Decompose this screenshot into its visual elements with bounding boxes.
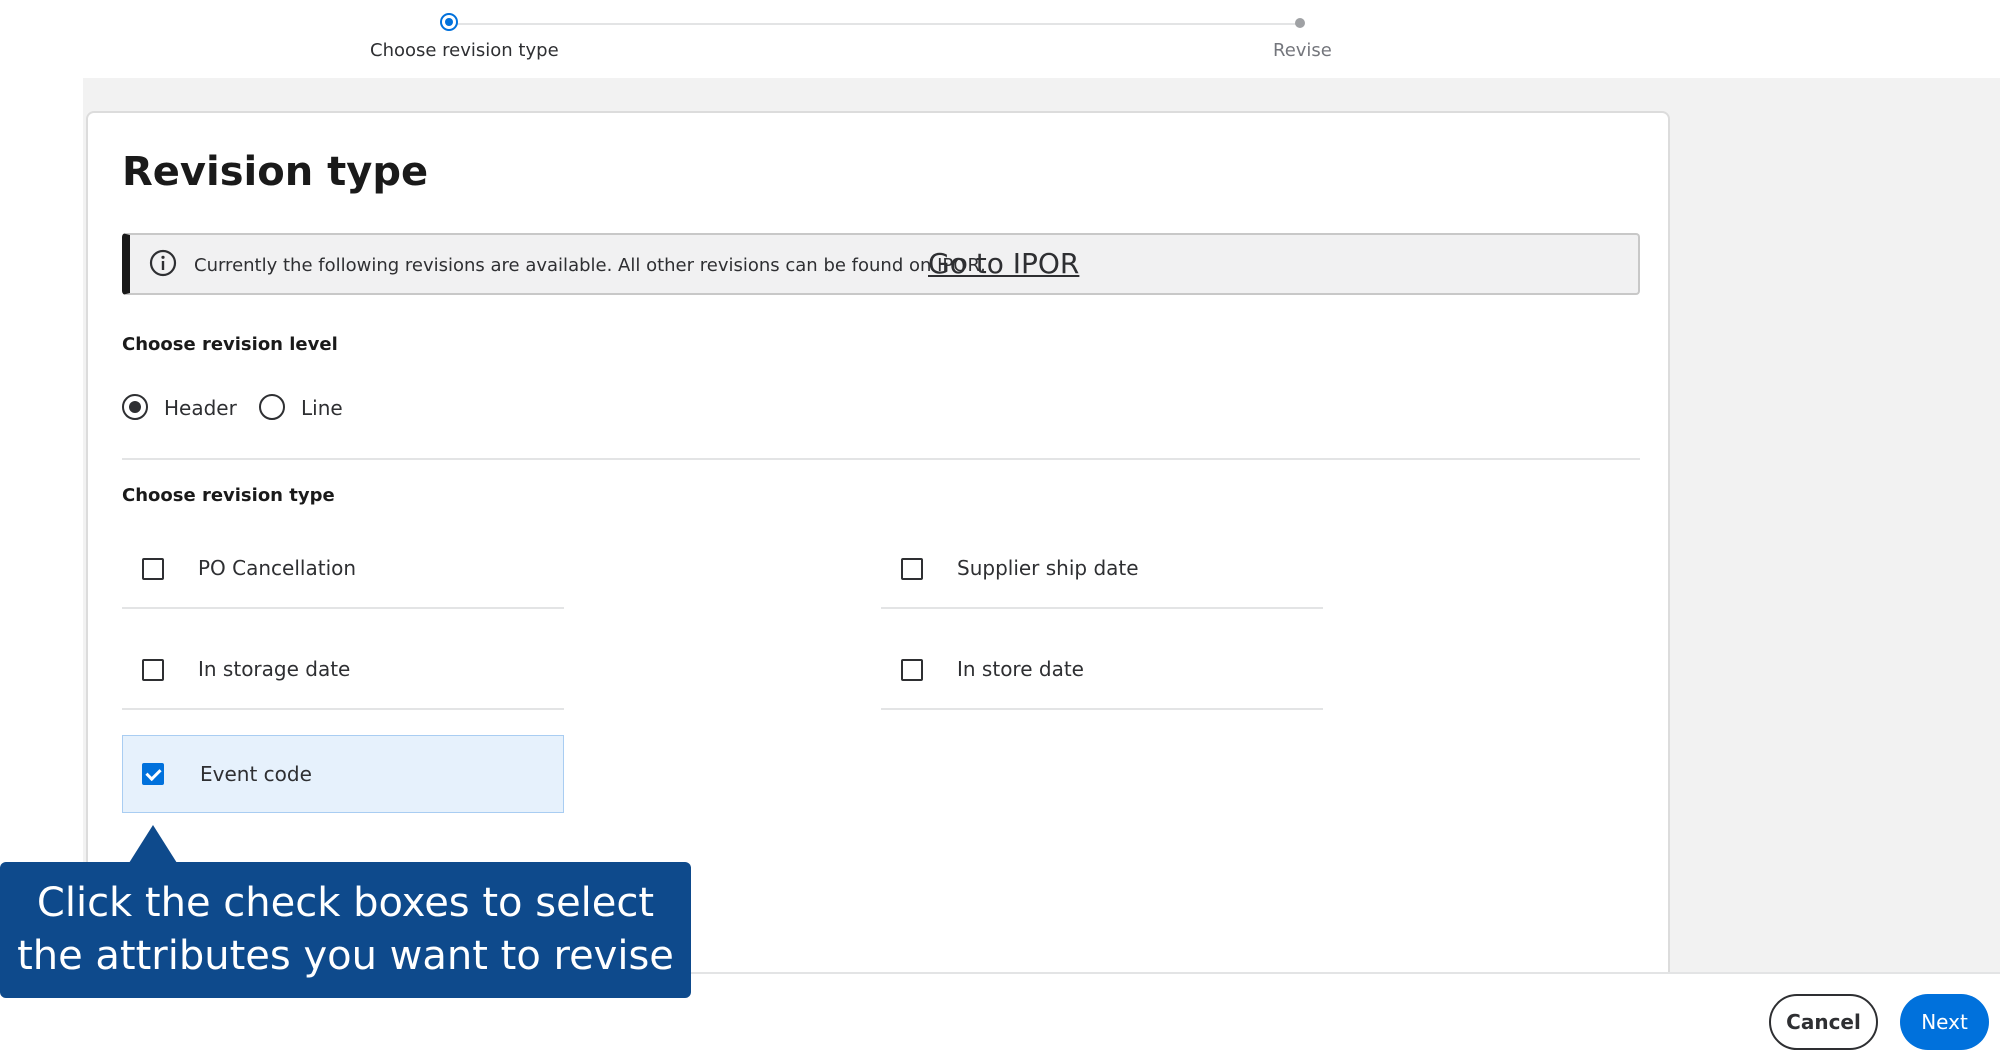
checkbox-unchecked-icon[interactable] — [142, 558, 164, 580]
progress-stepper: Choose revision type Revise — [0, 0, 2000, 78]
info-icon — [149, 249, 177, 277]
stepper-track — [451, 23, 1300, 25]
step-2-label: Revise — [1273, 40, 1332, 61]
checkbox-label: In storage date — [198, 657, 351, 681]
radio-unchecked-icon[interactable] — [259, 394, 285, 420]
revision-level-label: Choose revision level — [122, 334, 338, 355]
callout-text: Click the check boxes to select the attr… — [17, 877, 674, 983]
radio-checked-icon[interactable] — [122, 394, 148, 420]
checkbox-label: Supplier ship date — [957, 556, 1139, 580]
radio-line[interactable]: Line — [259, 391, 343, 423]
checkbox-unchecked-icon[interactable] — [901, 659, 923, 681]
checkbox-unchecked-icon[interactable] — [901, 558, 923, 580]
checkbox-po-cancellation[interactable]: PO Cancellation — [122, 531, 564, 609]
tutorial-callout: Click the check boxes to select the attr… — [0, 825, 691, 998]
checkbox-event-code[interactable]: Event code — [122, 735, 564, 813]
go-to-ipor-link[interactable]: Go to IPOR — [928, 247, 1079, 280]
callout-line-2: the attributes you want to revise — [17, 933, 674, 979]
page-title: Revision type — [122, 149, 429, 195]
step-1-indicator-icon — [440, 13, 458, 31]
checkbox-checked-icon[interactable] — [142, 763, 164, 785]
next-button[interactable]: Next — [1900, 994, 1989, 1050]
radio-header-label: Header — [164, 396, 237, 420]
checkbox-label: PO Cancellation — [198, 556, 357, 580]
info-alert: Currently the following revisions are av… — [122, 233, 1640, 295]
step-1-label: Choose revision type — [370, 40, 559, 61]
checkbox-supplier-ship-date[interactable]: Supplier ship date — [881, 531, 1323, 609]
checkbox-label: Event code — [200, 762, 312, 786]
revision-type-label: Choose revision type — [122, 485, 335, 506]
alert-message: Currently the following revisions are av… — [194, 255, 986, 276]
section-divider — [122, 458, 1640, 460]
radio-line-label: Line — [301, 396, 343, 420]
checkbox-in-store-date[interactable]: In store date — [881, 632, 1323, 710]
checkbox-in-storage-date[interactable]: In storage date — [122, 632, 564, 710]
callout-line-1: Click the check boxes to select — [36, 880, 655, 926]
checkbox-unchecked-icon[interactable] — [142, 659, 164, 681]
step-2-indicator-icon — [1295, 18, 1305, 28]
checkbox-label: In store date — [957, 657, 1084, 681]
radio-header[interactable]: Header — [122, 391, 237, 423]
cancel-button[interactable]: Cancel — [1769, 994, 1878, 1050]
